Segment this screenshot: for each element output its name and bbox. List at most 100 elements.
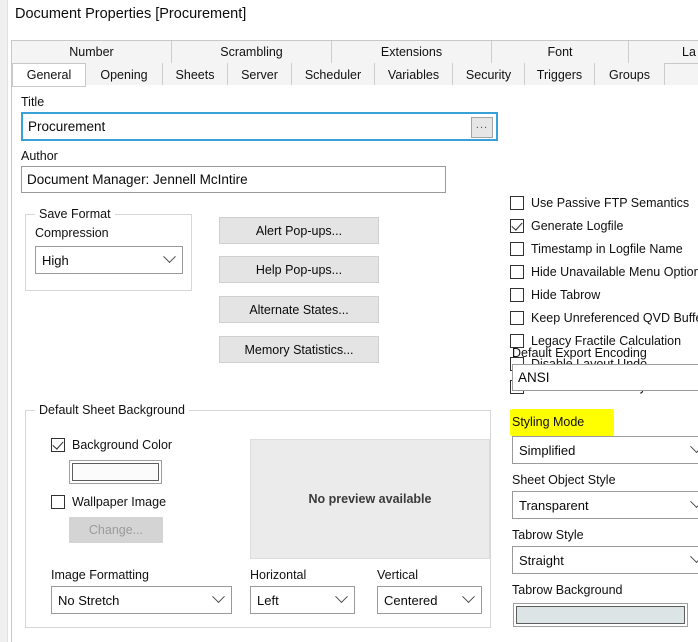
save-format-group: Save Format Compression High (25, 207, 192, 291)
checkbox-hide-tabrow[interactable]: Hide Tabrow (510, 288, 600, 302)
tabrow-background-color-fill (516, 606, 685, 624)
horizontal-dropdown[interactable]: Left (250, 586, 355, 614)
author-label: Author (21, 149, 58, 163)
tabrow-background-label: Tabrow Background (512, 583, 623, 597)
tab-row-lower: General Opening Sheets Server Scheduler … (12, 63, 698, 87)
default-export-encoding-label: Default Export Encoding (512, 346, 647, 360)
tab-font[interactable]: Font (492, 41, 629, 64)
checkbox-hide-unavailable-menu-options[interactable]: Hide Unavailable Menu Options (510, 265, 698, 279)
window-title: Document Properties [Procurement] (15, 6, 247, 22)
vertical-dropdown[interactable]: Centered (377, 586, 482, 614)
checkbox-box (51, 438, 65, 452)
tab-layout[interactable]: La (629, 41, 698, 64)
compression-label: Compression (35, 226, 109, 240)
chevron-down-icon (335, 590, 348, 604)
chevron-down-icon (690, 440, 698, 454)
default-export-encoding-input[interactable]: ANSI (512, 364, 698, 391)
image-formatting-dropdown[interactable]: No Stretch (51, 586, 232, 614)
chevron-down-icon (462, 590, 475, 604)
tab-scheduler[interactable]: Scheduler (292, 63, 375, 87)
tabrow-style-dropdown[interactable]: Straight (512, 546, 698, 574)
wallpaper-preview-text: No preview available (308, 492, 432, 506)
checkbox-generate-logfile[interactable]: Generate Logfile (510, 219, 623, 233)
checkbox-box (510, 196, 524, 210)
background-color-swatch[interactable] (69, 460, 162, 484)
tab-sheets[interactable]: Sheets (163, 63, 228, 87)
wallpaper-preview: No preview available (250, 439, 490, 559)
checkbox-label: Background Color (72, 438, 173, 452)
tab-variables[interactable]: Variables (375, 63, 453, 87)
tab-groups[interactable]: Groups (595, 63, 665, 87)
styling-mode-value: Simplified (519, 442, 576, 458)
checkbox-wallpaper-image[interactable]: Wallpaper Image (51, 495, 166, 509)
sheet-object-style-dropdown[interactable]: Transparent (512, 491, 698, 519)
background-color-fill (72, 463, 159, 481)
checkbox-box (51, 495, 65, 509)
image-formatting-label: Image Formatting (51, 568, 149, 582)
horizontal-value: Left (257, 592, 279, 608)
tabrow-background-color-swatch[interactable] (513, 603, 688, 627)
checkbox-box (510, 265, 524, 279)
default-export-encoding-value: ANSI (518, 370, 550, 385)
tabrow-style-label: Tabrow Style (512, 528, 584, 542)
sheet-object-style-label: Sheet Object Style (512, 473, 616, 487)
title-input[interactable]: Procurement ... (21, 112, 498, 141)
title-browse-button[interactable]: ... (471, 117, 493, 138)
window-titlebar: Document Properties [Procurement] (9, 0, 698, 32)
checkbox-timestamp-in-logfile-name[interactable]: Timestamp in Logfile Name (510, 242, 683, 256)
checkbox-label: Hide Unavailable Menu Options (531, 265, 698, 279)
sheet-object-style-value: Transparent (519, 497, 589, 513)
tab-scrambling[interactable]: Scrambling (172, 41, 332, 64)
checkbox-label: Use Passive FTP Semantics (531, 196, 690, 210)
save-format-group-label: Save Format (35, 207, 115, 221)
tab-general[interactable]: General (12, 63, 86, 87)
tab-number[interactable]: Number (12, 41, 172, 64)
compression-dropdown[interactable]: High (35, 246, 183, 274)
styling-mode-dropdown[interactable]: Simplified (512, 436, 698, 464)
default-sheet-background-group-label: Default Sheet Background (35, 403, 189, 417)
compression-value: High (42, 252, 69, 268)
alternate-states-button[interactable]: Alternate States... (219, 296, 379, 323)
tab-security[interactable]: Security (453, 63, 525, 87)
alert-popups-button[interactable]: Alert Pop-ups... (219, 217, 379, 244)
chevron-down-icon (690, 550, 698, 564)
tab-triggers[interactable]: Triggers (525, 63, 595, 87)
help-popups-button[interactable]: Help Pop-ups... (219, 256, 379, 283)
vertical-label: Vertical (377, 568, 418, 582)
checkbox-label: Timestamp in Logfile Name (531, 242, 683, 256)
checkbox-box (510, 311, 524, 325)
checkbox-use-passive-ftp-semantics[interactable]: Use Passive FTP Semantics (510, 196, 689, 210)
tabrow-style-value: Straight (519, 552, 564, 568)
checkbox-box (510, 242, 524, 256)
checkbox-box (510, 288, 524, 302)
styling-mode-label: Styling Mode (512, 415, 585, 429)
vertical-value: Centered (384, 592, 438, 608)
horizontal-label: Horizontal (250, 568, 307, 582)
image-formatting-value: No Stretch (58, 592, 120, 608)
checkbox-label: Keep Unreferenced QVD Buffers (531, 311, 698, 325)
memory-statistics-button[interactable]: Memory Statistics... (219, 336, 379, 363)
window-left-edge (0, 0, 8, 642)
author-input[interactable]: Document Manager: Jennell McIntire (21, 166, 446, 193)
change-wallpaper-button[interactable]: Change... (69, 517, 163, 543)
checkbox-label: Wallpaper Image (72, 495, 167, 509)
tab-strip: Number Scrambling Extensions Font La Gen… (11, 40, 698, 87)
tab-server[interactable]: Server (228, 63, 292, 87)
checkbox-background-color[interactable]: Background Color (51, 438, 172, 452)
author-input-value: Document Manager: Jennell McIntire (27, 172, 248, 187)
checkbox-label: Hide Tabrow (531, 288, 601, 302)
checkbox-box (510, 219, 524, 233)
general-tab-panel: Title Procurement ... Author Document Ma… (11, 85, 698, 642)
tab-row-upper: Number Scrambling Extensions Font La (12, 41, 698, 64)
chevron-down-icon (163, 250, 176, 264)
chevron-down-icon (212, 590, 225, 604)
title-label: Title (21, 95, 45, 109)
document-properties-dialog: Document Properties [Procurement] Number… (0, 0, 698, 642)
tab-extensions[interactable]: Extensions (332, 41, 492, 64)
checkbox-keep-unreferenced-qvd-buffers[interactable]: Keep Unreferenced QVD Buffers (510, 311, 698, 325)
chevron-down-icon (690, 495, 698, 509)
tab-opening[interactable]: Opening (86, 63, 163, 87)
default-sheet-background-group: Default Sheet Background Background Colo… (25, 403, 491, 628)
checkbox-label: Generate Logfile (531, 219, 624, 233)
title-input-value: Procurement (28, 119, 106, 134)
